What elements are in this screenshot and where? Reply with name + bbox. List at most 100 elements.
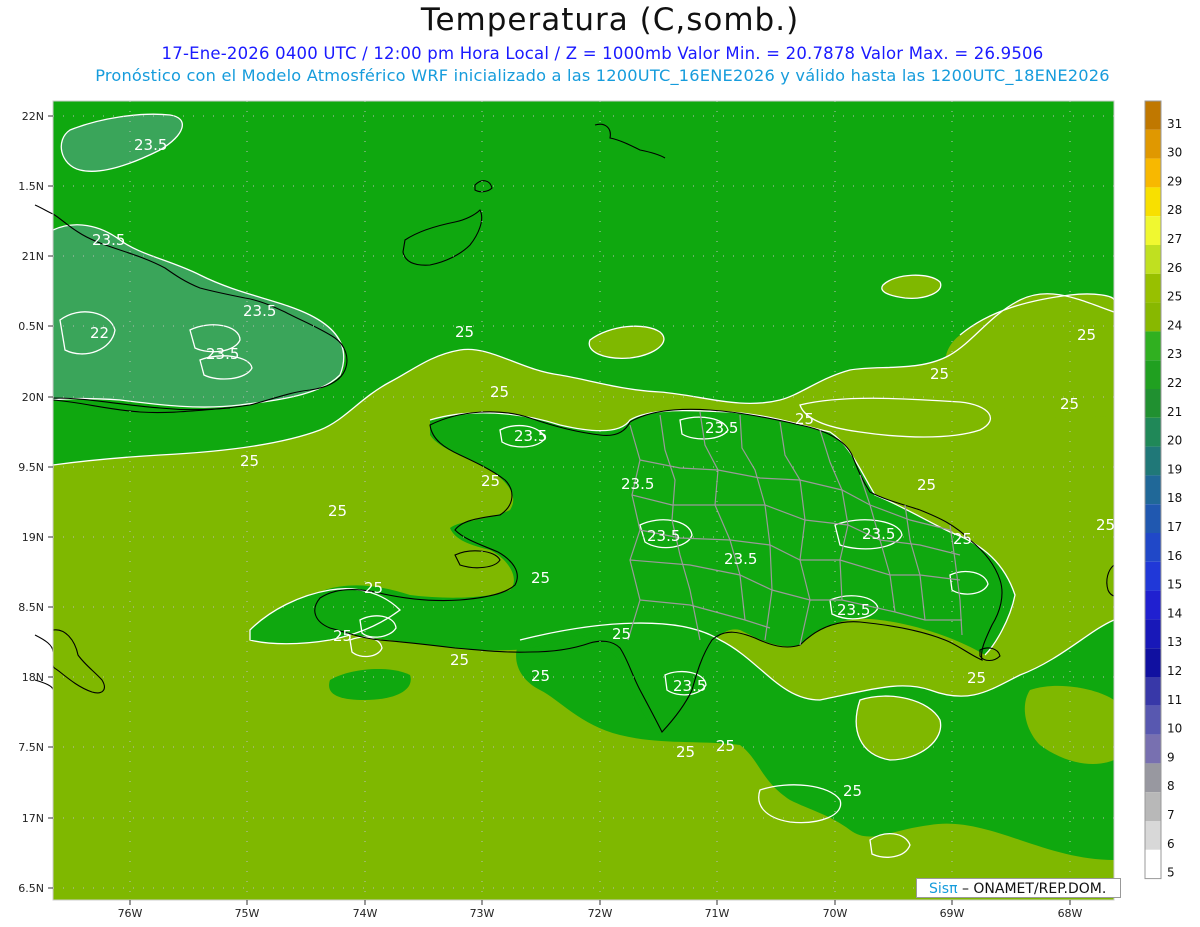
colorbar: 31 30 29 28 27 26 25 24 23 22 21 20 19 18 17 16 15 14 13 12… [1144, 100, 1182, 880]
colorbar-swatch [1145, 792, 1161, 821]
isotherm-label: 23.5 [837, 601, 870, 619]
lon-label: 72W [588, 907, 613, 920]
colorbar-swatch [1145, 705, 1161, 735]
isotherm-label: 25 [328, 502, 347, 520]
colorbar-label: 14 [1167, 606, 1182, 620]
lat-label: 17N [22, 812, 44, 825]
colorbar-swatch [1145, 763, 1161, 793]
colorbar-swatch [1145, 849, 1161, 879]
colorbar-label: 18 [1167, 491, 1182, 505]
lat-label: 21N [22, 250, 44, 263]
isotherm-label: 25 [843, 782, 862, 800]
longitude-labels: 76W 75W 74W 73W 72W 71W 70W 69W 68W [118, 907, 1083, 920]
colorbar-label: 25 [1167, 290, 1182, 304]
colorbar-label: 30 [1167, 146, 1182, 160]
colorbar-swatch [1145, 273, 1161, 303]
colorbar-label: 16 [1167, 549, 1182, 563]
colorbar-label: 26 [1167, 261, 1182, 275]
isotherm-label: 23.5 [92, 231, 125, 249]
colorbar-swatch [1145, 187, 1161, 217]
lon-label: 76W [118, 907, 143, 920]
colorbar-swatch [1145, 360, 1161, 389]
isotherm-label: 23.5 [705, 419, 738, 437]
isotherm-label: 23.5 [724, 550, 757, 568]
colorbar-label: 20 [1167, 434, 1182, 448]
colorbar-label: 31 [1167, 117, 1182, 131]
cuba-west-tip [34, 204, 54, 215]
colorbar-swatch [1145, 561, 1161, 591]
isotherm-label: 25 [455, 323, 474, 341]
lat-label: 1.5N [18, 180, 44, 193]
colorbar-swatch [1145, 216, 1161, 245]
colorbar-swatch [1145, 648, 1161, 677]
lon-label: 73W [470, 907, 495, 920]
onamet-credit-text: – ONAMET/REP.DOM. [957, 881, 1107, 897]
lat-label: 9.5N [18, 461, 44, 474]
lat-label: 22N [22, 110, 44, 123]
colorbar-swatch [1145, 446, 1161, 476]
lon-label: 75W [235, 907, 260, 920]
lat-label: 19N [22, 531, 44, 544]
lon-label: 70W [823, 907, 848, 920]
isotherm-label: 25 [953, 530, 972, 548]
isotherm-label: 25 [612, 625, 631, 643]
isotherm-label: 23.5 [134, 136, 167, 154]
isotherm-label: 23.5 [243, 302, 276, 320]
colorbar-label: 5 [1167, 866, 1175, 880]
isotherm-label: 23.5 [647, 527, 680, 545]
isotherm-label: 25 [716, 737, 735, 755]
isotherm-label: 25 [1077, 326, 1096, 344]
colorbar-label: 13 [1167, 635, 1182, 649]
isotherm-label: 22 [90, 324, 109, 342]
colorbar-swatch [1145, 417, 1161, 447]
colorbar-label: 8 [1167, 779, 1175, 793]
latitude-labels: 22N 1.5N 21N 0.5N 20N 9.5N 19N 8.5N 18N … [18, 110, 44, 895]
lat-label: 18N [22, 671, 44, 684]
colorbar-label: 28 [1167, 203, 1182, 217]
colorbar-swatch [1145, 245, 1161, 274]
isotherm-label: 25 [490, 383, 509, 401]
lat-label: 8.5N [18, 601, 44, 614]
isotherm-label: 25 [531, 569, 550, 587]
colorbar-swatch [1145, 533, 1161, 562]
colorbar-label: 29 [1167, 174, 1182, 188]
colorbar-swatch [1145, 331, 1161, 361]
lon-label: 68W [1058, 907, 1083, 920]
colorbar-swatch [1145, 504, 1161, 533]
colorbar-swatch [1145, 619, 1161, 649]
colorbar-swatch [1145, 590, 1161, 620]
isotherm-label: 25 [450, 651, 469, 669]
colorbar-label: 27 [1167, 232, 1182, 246]
lat-label: 6.5N [18, 882, 44, 895]
isotherm-label: 25 [1060, 395, 1079, 413]
isotherm-label: 25 [1096, 516, 1115, 534]
colorbar-swatch [1145, 821, 1161, 850]
lat-label: 7.5N [18, 741, 44, 754]
colorbar-label: 6 [1167, 837, 1175, 851]
colorbar-label: 9 [1167, 750, 1175, 764]
lon-label: 69W [940, 907, 965, 920]
isotherm-label: 25 [917, 476, 936, 494]
lon-label: 74W [353, 907, 378, 920]
isotherm-label: 23.5 [673, 677, 706, 695]
colorbar-label: 11 [1167, 693, 1182, 707]
colorbar-label: 17 [1167, 520, 1182, 534]
credit-box: Sisπ – ONAMET/REP.DOM. [916, 878, 1121, 898]
colorbar-swatch [1145, 129, 1161, 159]
colorbar-label: 23 [1167, 347, 1182, 361]
isotherm-label: 23.5 [514, 427, 547, 445]
isotherm-label: 25 [795, 410, 814, 428]
sispi-logo-text: Sisπ [929, 881, 958, 897]
lon-label: 71W [705, 907, 730, 920]
colorbar-label: 7 [1167, 808, 1175, 822]
colorbar-swatch [1145, 158, 1161, 188]
isotherm-label: 25 [676, 743, 695, 761]
colorbar-swatch [1145, 734, 1161, 764]
jamaica-coast-west [34, 634, 54, 653]
temperature-map: 22N 1.5N 21N 0.5N 20N 9.5N 19N 8.5N 18N … [18, 100, 1182, 920]
colorbar-label: 19 [1167, 462, 1182, 476]
isotherm-label: 25 [481, 472, 500, 490]
colorbar-swatch [1145, 101, 1161, 130]
lat-label: 20N [22, 391, 44, 404]
colorbar-label: 10 [1167, 722, 1182, 736]
